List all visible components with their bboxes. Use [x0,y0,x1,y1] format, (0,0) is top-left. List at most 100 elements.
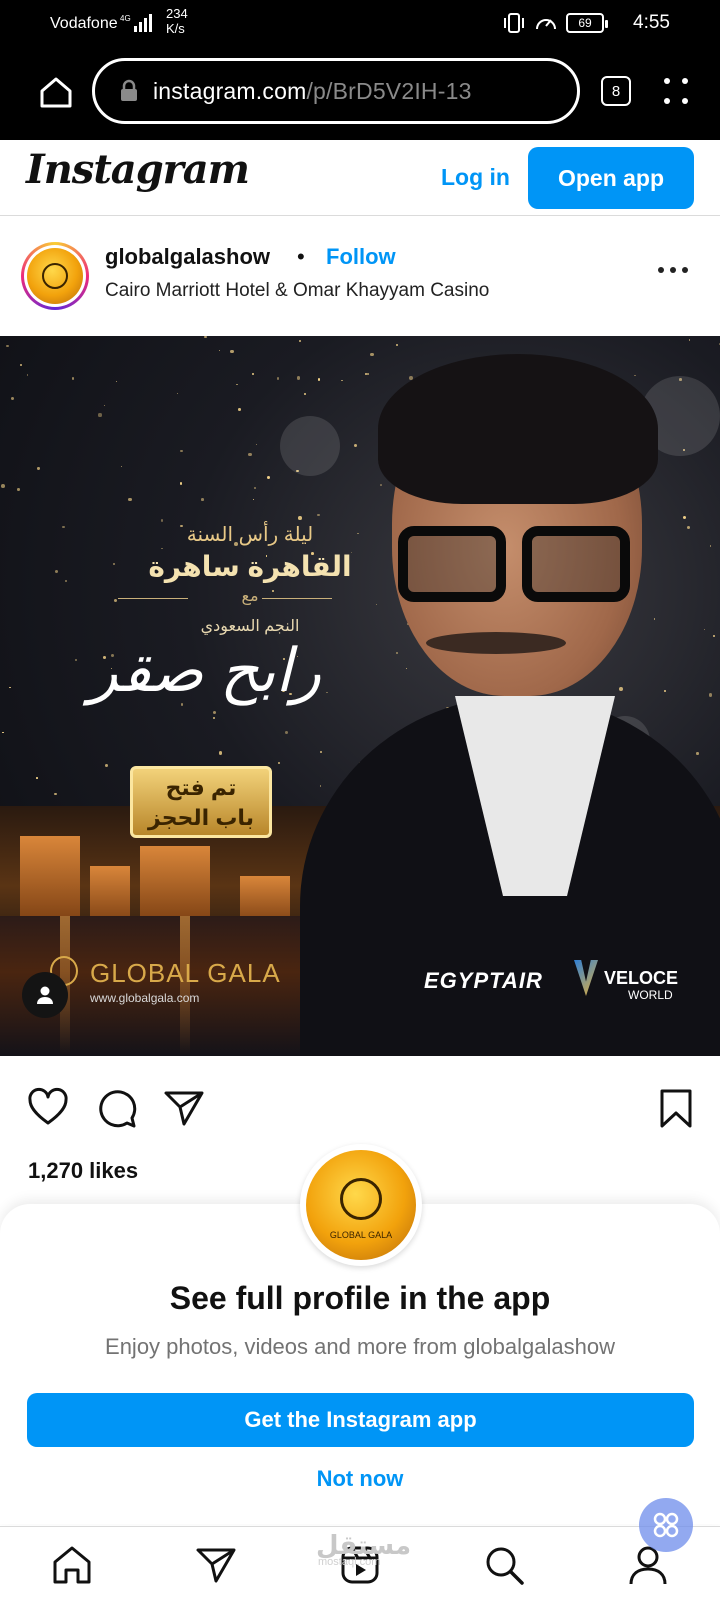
sparkle [213,710,217,714]
star-name: رابح صقر [88,637,322,704]
status-icons: 69 [502,10,608,36]
sparkle [708,693,713,697]
more-options-icon[interactable] [658,264,688,276]
battery-icon: 69 [566,13,608,33]
home-icon[interactable] [50,1543,94,1587]
sparkle [285,731,289,735]
watermark-url: mostaql.com [318,1556,381,1568]
network-label: 4G [120,14,131,23]
home-icon[interactable] [36,72,76,112]
comment-icon[interactable] [94,1086,138,1130]
post-actions [0,1056,720,1136]
post-header: globalgalashow • Follow Cairo Marriott H… [0,216,720,336]
glasses [398,526,506,602]
username-link[interactable]: globalgalashow [105,244,270,270]
address-bar[interactable]: instagram.com/p/BrD5V2IH-13 [92,58,580,124]
floating-grid-button[interactable] [639,1498,693,1552]
sparkle [2,731,4,734]
portrait-mustache [426,632,566,654]
get-app-button[interactable]: Get the Instagram app [27,1393,694,1447]
post-image[interactable]: ليلة رأس السنة القاهرة ساهرة مع النجم ال… [0,336,720,1056]
sparkle [200,498,204,501]
sparkle [319,750,323,754]
sponsor-veloce: VELOCE [604,968,679,988]
sparkle [319,785,322,787]
sparkle [237,408,241,411]
browser-menu-icon[interactable] [662,76,690,106]
separator-dot: • [297,244,305,269]
sparkle [298,516,302,520]
sponsor-veloce-sub: WORLD [628,988,673,1002]
instagram-logo[interactable]: Instagram [26,146,250,193]
star-label: النجم السعودي [200,618,300,635]
grid-icon [653,1512,679,1538]
brand-name: GLOBAL GALA [90,958,281,988]
sparkle [180,449,183,453]
sparkle [218,349,221,352]
sparkle [298,339,301,343]
sparkle [664,690,667,693]
sparkle [276,376,280,380]
url-path: /p/BrD5V2IH-13 [306,77,472,104]
tabs-button[interactable]: 8 [601,76,631,106]
sparkle [619,687,624,692]
sparkle [98,413,102,417]
sparkle [179,482,182,485]
browser-toolbar: instagram.com/p/BrD5V2IH-13 8 [0,46,720,140]
sheet-title: See full profile in the app [169,1280,551,1316]
sparkle [17,488,20,491]
global-gala-logo-icon [42,263,68,289]
speed-value: 234 [166,6,188,21]
heart-icon[interactable] [26,1086,70,1130]
share-icon[interactable] [162,1086,206,1130]
sparkle [71,377,75,381]
sparkle [55,570,59,574]
sparkle [9,686,11,689]
user-icon [37,986,53,1004]
brand-url: www.globalgala.com [90,991,200,1005]
sparkle [105,763,109,767]
direct-messages-icon[interactable] [194,1543,238,1587]
tagged-users-button[interactable] [22,972,68,1018]
location-link[interactable]: Cairo Marriott Hotel & Omar Khayyam Casi… [105,280,489,302]
sparkle [395,343,398,347]
sparkle [278,761,280,764]
bookmark-icon[interactable] [654,1086,698,1130]
sheet-subtitle: Enjoy photos, videos and more from globa… [105,1334,615,1359]
likes-count[interactable]: 1,270 likes [28,1158,138,1184]
sparkle [1,484,6,489]
open-app-button[interactable]: Open app [528,147,694,209]
not-now-button[interactable]: Not now [0,1466,720,1492]
sparkle [176,393,178,395]
sparkle [317,378,321,381]
sparkle [10,397,14,401]
sparkle [354,444,358,448]
signal-icon: 4G [120,14,152,32]
sparkle [704,628,706,630]
badge-line: تم فتح [165,775,237,800]
follow-button[interactable]: Follow [326,244,396,270]
sparkle [113,599,117,603]
sparkle [116,380,118,382]
sparkle [5,344,9,348]
glasses [522,526,630,602]
sparkle [696,752,699,755]
event-headline: القاهرة ساهرة [148,551,352,582]
network-speed: 234 K/s [166,6,188,36]
avatar[interactable] [21,242,89,310]
sparkle [19,364,22,367]
sparkle [236,383,238,386]
sparkle [253,486,256,489]
sparkle [396,651,399,655]
sparkle [256,444,258,446]
carrier-label: Vodafone [50,15,118,32]
login-link[interactable]: Log in [441,164,510,191]
sparkle [120,465,122,467]
search-icon[interactable] [482,1543,526,1587]
sparkle [248,452,252,457]
sparkle [204,336,207,339]
sparkle [230,349,234,353]
sparkle [712,634,716,638]
sparkle [266,476,270,480]
sponsor-egyptair: EGYPTAIR [424,968,543,993]
